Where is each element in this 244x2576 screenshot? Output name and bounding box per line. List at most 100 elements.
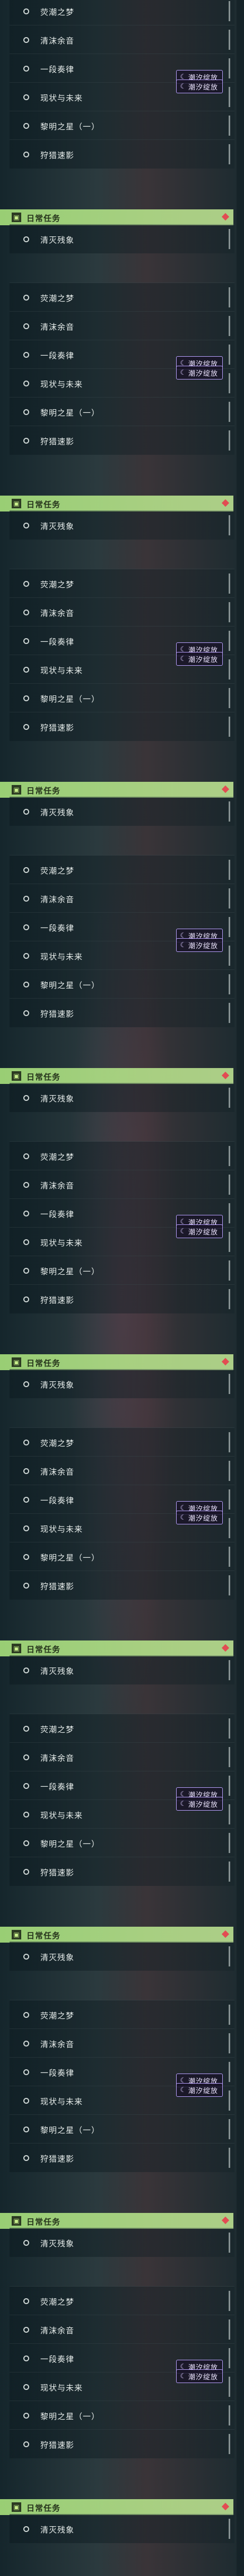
row-edge-bar <box>229 2519 230 2539</box>
moon-icon: ☾ <box>180 2086 186 2094</box>
quest-row[interactable]: 清沫余音 <box>10 25 234 54</box>
quest-row[interactable]: 黎明之星（一） <box>10 397 234 426</box>
quest-row[interactable]: 荧潮之梦 <box>10 1427 234 1457</box>
quest-row[interactable]: 清沫余音 <box>10 1742 234 1771</box>
quest-row[interactable]: 清沫余音 <box>10 884 234 913</box>
quest-row[interactable]: 清沫余音 <box>10 597 234 627</box>
quest-row[interactable]: 黎明之星（一） <box>10 1542 234 1571</box>
daily-task-category-header[interactable]: ▣ 日常任务 <box>0 1354 233 1370</box>
quest-row[interactable]: 荧潮之梦 <box>10 0 234 25</box>
category-label: 日常任务 <box>27 1931 61 1940</box>
daily-quest-row[interactable]: 清灭残象 <box>10 1083 234 1112</box>
quest-title: 狩猎速影 <box>40 437 75 446</box>
row-edge-bar <box>229 515 230 535</box>
quest-row[interactable]: 荧潮之梦 <box>10 855 234 884</box>
quest-row[interactable]: 现状与未来 ☾ 潮汐绽放 <box>10 1224 234 1256</box>
quest-title: 一段奏律 <box>40 1496 75 1505</box>
daily-quest-row[interactable]: 清灭残象 <box>10 2514 234 2543</box>
quest-row[interactable]: 一段奏律 ☾ 潮汐绽放 <box>10 1771 234 1801</box>
quest-status-circle-icon <box>23 1754 29 1760</box>
quest-row[interactable]: 清沫余音 <box>10 311 234 340</box>
row-edge-bar <box>229 1461 230 1481</box>
event-tag: ☾ 潮汐绽放 <box>176 2083 223 2097</box>
quest-row[interactable]: 一段奏律 ☾ 潮汐绽放 <box>10 1198 234 1229</box>
calendar-icon: ▣ <box>12 1644 21 1653</box>
quest-row[interactable]: 清沫余音 <box>10 2028 234 2058</box>
daily-quest-row[interactable]: 清灭残象 <box>10 510 234 540</box>
daily-quest-row[interactable]: 清灭残象 <box>10 797 234 826</box>
daily-quest-row[interactable]: 清灭残象 <box>10 1369 234 1398</box>
daily-task-category-header[interactable]: ▣ 日常任务 <box>0 2213 233 2229</box>
quest-row[interactable]: 一段奏律 ☾ 潮汐绽放 <box>10 1485 234 1515</box>
daily-task-category-header[interactable]: ▣ 日常任务 <box>0 1068 233 1084</box>
quest-status-circle-icon <box>23 295 29 301</box>
row-edge-bar <box>229 1518 230 1538</box>
quest-row[interactable]: 黎明之星（一） <box>10 683 234 712</box>
quest-row[interactable]: 现状与未来 ☾ 潮汐绽放 <box>10 2083 234 2115</box>
daily-quest-row[interactable]: 清灭残象 <box>10 224 234 253</box>
quest-row[interactable]: 一段奏律 ☾ 潮汐绽放 <box>10 912 234 942</box>
category-label: 日常任务 <box>27 500 61 509</box>
quest-row[interactable]: 狩猎速影 <box>10 1284 234 1313</box>
quest-title: 一段奏律 <box>40 923 75 933</box>
quest-status-circle-icon <box>23 409 29 415</box>
quest-row[interactable]: 荧潮之梦 <box>10 283 234 312</box>
quest-row[interactable]: 黎明之星（一） <box>10 1828 234 1857</box>
quest-row[interactable]: 黎明之星（一） <box>10 111 234 140</box>
quest-row[interactable]: 狩猎速影 <box>10 2429 234 2458</box>
quest-row[interactable]: 荧潮之梦 <box>10 1714 234 1743</box>
quest-list-section: 荧潮之梦清沫余音 一段奏律 ☾ 潮汐绽放 现状与未来 ☾ 潮汐绽放 黎明之星（一） 狩猎速影 ▣ 日… <box>0 1714 244 2004</box>
category-label: 日常任务 <box>27 214 61 223</box>
quest-row[interactable]: 现状与未来 ☾ 潮汐绽放 <box>10 1797 234 1829</box>
quest-row[interactable]: 清沫余音 <box>10 1456 234 1485</box>
quest-status-circle-icon <box>23 2441 29 2447</box>
quest-row[interactable]: 荧潮之梦 <box>10 2286 234 2315</box>
quest-status-circle-icon <box>23 236 29 242</box>
quest-row[interactable]: 一段奏律 ☾ 潮汐绽放 <box>10 2057 234 2087</box>
quest-status-circle-icon <box>23 2041 29 2046</box>
daily-task-category-header[interactable]: ▣ 日常任务 <box>0 782 233 798</box>
moon-icon: ☾ <box>180 368 186 377</box>
quest-row[interactable]: 黎明之星（一） <box>10 1256 234 1285</box>
quest-row[interactable]: 现状与未来 ☾ 潮汐绽放 <box>10 652 234 684</box>
quest-row[interactable]: 黎明之星（一） <box>10 2401 234 2430</box>
quest-row[interactable]: 狩猎速影 <box>10 2143 234 2172</box>
quest-row[interactable]: 现状与未来 ☾ 潮汐绽放 <box>10 1511 234 1542</box>
daily-task-category-header[interactable]: ▣ 日常任务 <box>0 1640 233 1656</box>
quest-row[interactable]: 荧潮之梦 <box>10 569 234 598</box>
quest-title: 现状与未来 <box>40 952 83 961</box>
quest-row[interactable]: 黎明之星（一） <box>10 969 234 999</box>
quest-row[interactable]: 现状与未来 ☾ 潮汐绽放 <box>10 2369 234 2401</box>
quest-row[interactable]: 狩猎速影 <box>10 139 234 169</box>
daily-quest-row[interactable]: 清灭残象 <box>10 2228 234 2257</box>
quest-row[interactable]: 狩猎速影 <box>10 426 234 455</box>
quest-row[interactable]: 一段奏律 ☾ 潮汐绽放 <box>10 626 234 656</box>
quest-row[interactable]: 狩猎速影 <box>10 1857 234 1886</box>
daily-task-category-header[interactable]: ▣ 日常任务 <box>0 209 233 225</box>
quest-row[interactable]: 荧潮之梦 <box>10 2000 234 2029</box>
daily-quest-row[interactable]: 清灭残象 <box>10 1655 234 1684</box>
quest-row[interactable]: 荧潮之梦 <box>10 1141 234 1170</box>
quest-status-circle-icon <box>23 724 29 730</box>
daily-quest-row[interactable]: 清灭残象 <box>10 1942 234 1971</box>
quest-row[interactable]: 一段奏律 ☾ 潮汐绽放 <box>10 340 234 370</box>
quest-title: 荧潮之梦 <box>40 1725 75 1734</box>
quest-row[interactable]: 狩猎速影 <box>10 712 234 741</box>
category-label: 日常任务 <box>27 1645 61 1654</box>
quest-row[interactable]: 现状与未来 ☾ 潮汐绽放 <box>10 938 234 970</box>
event-tag-label: 潮汐绽放 <box>188 2087 218 2095</box>
quest-row[interactable]: 黎明之星（一） <box>10 2114 234 2143</box>
quest-row[interactable]: 现状与未来 ☾ 潮汐绽放 <box>10 366 234 398</box>
daily-task-category-header[interactable]: ▣ 日常任务 <box>0 496 233 511</box>
quest-title: 清沫余音 <box>40 2040 75 2049</box>
quest-row[interactable]: 清沫余音 <box>10 2315 234 2344</box>
quest-row[interactable]: 一段奏律 ☾ 潮汐绽放 <box>10 54 234 84</box>
quest-row[interactable]: 狩猎速影 <box>10 998 234 1027</box>
daily-task-category-header[interactable]: ▣ 日常任务 <box>0 2499 233 2515</box>
quest-row[interactable]: 清沫余音 <box>10 1170 234 1199</box>
quest-title: 一段奏律 <box>40 2354 75 2364</box>
daily-task-category-header[interactable]: ▣ 日常任务 <box>0 1927 233 1943</box>
quest-row[interactable]: 现状与未来 ☾ 潮汐绽放 <box>10 80 234 111</box>
quest-row[interactable]: 一段奏律 ☾ 潮汐绽放 <box>10 2343 234 2374</box>
quest-row[interactable]: 狩猎速影 <box>10 1571 234 1600</box>
